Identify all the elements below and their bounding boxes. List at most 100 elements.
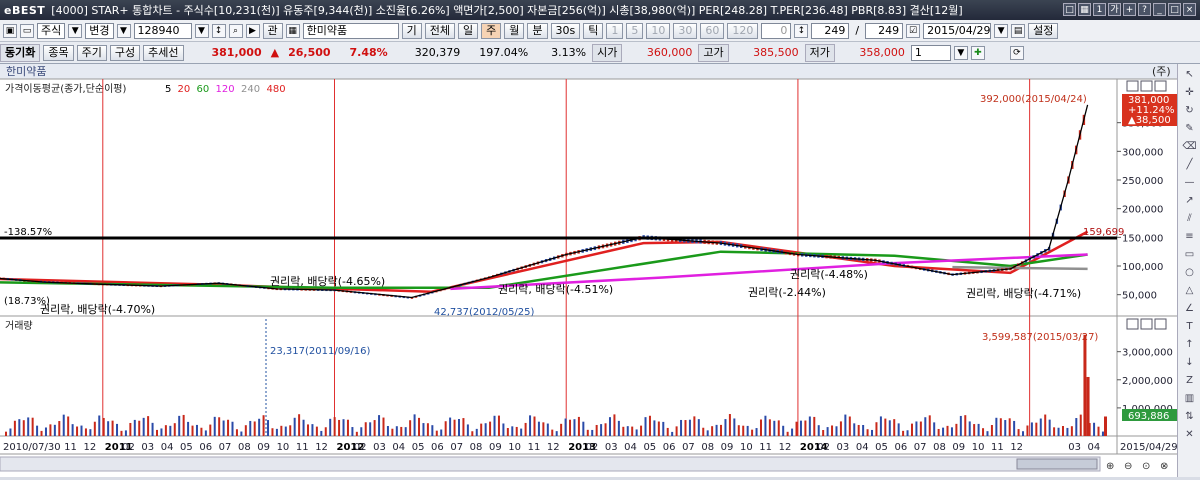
annotation-volume-low: 23,317(2011/09/16) — [270, 346, 371, 357]
gi-button[interactable]: 기 — [401, 22, 422, 39]
ma-legend-item[interactable]: 20 — [178, 84, 191, 95]
checkbox-icon[interactable]: ☑ — [906, 23, 921, 38]
settings-button[interactable]: 설정 — [1028, 22, 1059, 39]
all-button[interactable]: 전체 — [424, 22, 455, 39]
change-select[interactable]: 변경 — [85, 22, 114, 39]
ma-legend-item[interactable]: 480 — [267, 84, 286, 95]
crosshair-icon[interactable]: ✛ — [1182, 86, 1198, 100]
ma-legend-item[interactable]: 60 — [197, 84, 210, 95]
period-month[interactable]: 월 — [504, 22, 525, 39]
interval-1[interactable]: 1 — [606, 22, 624, 39]
ga-icon[interactable]: 가 — [1108, 3, 1121, 16]
monitor-icon[interactable]: ▭ — [20, 23, 34, 38]
angle-icon[interactable]: ∠ — [1182, 302, 1198, 316]
play-icon[interactable]: ▶ — [245, 23, 260, 38]
zoom-in-icon[interactable]: ⊕ — [1106, 461, 1114, 472]
zero-field[interactable]: 0 — [761, 22, 792, 39]
interval-30[interactable]: 30 — [673, 22, 698, 39]
interval-120[interactable]: 120 — [727, 22, 759, 39]
arrow-up-icon[interactable]: ↑ — [1182, 338, 1198, 352]
minimize-icon[interactable]: _ — [1153, 3, 1166, 16]
plus-icon[interactable]: + — [1123, 3, 1136, 16]
period-day[interactable]: 일 — [458, 22, 479, 39]
redo-icon[interactable]: ↻ — [1182, 104, 1198, 118]
arrow-down-icon[interactable]: ↓ — [1182, 356, 1198, 370]
maximize-icon[interactable] — [1140, 318, 1153, 330]
refresh-icon[interactable]: ⟳ — [1009, 45, 1024, 60]
spin-icon[interactable]: ↕ — [211, 23, 226, 38]
scrollbar-thumb[interactable] — [1016, 458, 1098, 470]
delete-icon[interactable]: ✕ — [1182, 428, 1198, 442]
zoom-fit-icon[interactable]: ⊗ — [1160, 461, 1168, 472]
chevron-down-icon[interactable]: ▼ — [68, 23, 83, 38]
interval-10[interactable]: 10 — [646, 22, 671, 39]
horizontal-scrollbar[interactable] — [0, 456, 1101, 472]
chevron-down-icon[interactable]: ▼ — [994, 23, 1009, 38]
chevron-down-icon[interactable]: ▼ — [116, 23, 131, 38]
tab-period[interactable]: 주기 — [76, 44, 107, 61]
maximize-icon[interactable] — [1140, 80, 1153, 92]
help-icon[interactable]: ? — [1138, 3, 1151, 16]
date-input[interactable]: 2015/04/29 — [923, 22, 992, 39]
text-icon[interactable]: T — [1182, 320, 1198, 334]
panel-button-icon[interactable] — [1126, 80, 1139, 92]
panel-button-icon[interactable] — [1126, 318, 1139, 330]
one-icon[interactable]: 1 — [1093, 3, 1106, 16]
pen-icon[interactable]: ✎ — [1182, 122, 1198, 136]
eraser-icon[interactable]: ⌫ — [1182, 140, 1198, 154]
price-panel-buttons[interactable] — [1126, 80, 1167, 92]
line-icon[interactable]: ╱ — [1182, 158, 1198, 172]
add-icon[interactable]: ✚ — [970, 45, 985, 60]
ma-legend-item[interactable]: 240 — [241, 84, 260, 95]
split-select[interactable]: 1 — [910, 44, 951, 61]
market-select[interactable]: 주식 — [37, 22, 66, 39]
restore-icon[interactable]: □ — [1063, 3, 1076, 16]
period-minute[interactable]: 분 — [527, 22, 548, 39]
triangle-icon[interactable]: △ — [1182, 284, 1198, 298]
tab-stock[interactable]: 종목 — [43, 44, 74, 61]
rect-icon[interactable]: ▭ — [1182, 248, 1198, 262]
stock-code-input[interactable]: 128940 — [133, 22, 192, 39]
kwan-button[interactable]: 관 — [262, 22, 283, 39]
period-30s[interactable]: 30s — [550, 22, 581, 39]
ma-legend-item[interactable]: 120 — [216, 84, 235, 95]
interval-5[interactable]: 5 — [626, 22, 644, 39]
chart-icon[interactable]: ▣ — [3, 23, 17, 38]
chart-svg[interactable]: 한미약품 (주) 가격이동평균(종가,단순이평) 5 20 60 120 240 480 … — [0, 64, 1178, 477]
chevron-down-icon[interactable]: ▼ — [953, 45, 968, 60]
hline-icon[interactable]: — — [1182, 176, 1198, 190]
save-icon[interactable]: ▤ — [1011, 23, 1026, 38]
chart-area[interactable]: 한미약품 (주) 가격이동평균(종가,단순이평) 5 20 60 120 240 480 … — [0, 64, 1178, 477]
ray-icon[interactable]: ↗ — [1182, 194, 1198, 208]
tab-trendline[interactable]: 추세선 — [143, 44, 184, 61]
sort-icon[interactable]: ⇅ — [1182, 410, 1198, 424]
volume-bar — [258, 418, 261, 436]
channel-icon[interactable]: ⫽ — [1182, 212, 1198, 226]
bars-icon[interactable]: ▥ — [1182, 392, 1198, 406]
spin-icon[interactable]: ↕ — [794, 23, 809, 38]
maximize-icon[interactable]: □ — [1168, 3, 1181, 16]
volume-panel-buttons[interactable] — [1126, 318, 1167, 330]
grid-icon[interactable]: ▦ — [285, 23, 300, 38]
zz-icon[interactable]: Z — [1182, 374, 1198, 388]
count-input[interactable]: 249 — [811, 22, 850, 39]
zoom-out-icon[interactable]: ⊖ — [1124, 461, 1132, 472]
ma-legend-item[interactable]: 5 — [165, 84, 171, 95]
tab-layout[interactable]: 구성 — [109, 44, 141, 61]
fib-icon[interactable]: ≡ — [1182, 230, 1198, 244]
period-week[interactable]: 주 — [481, 22, 502, 39]
close-icon[interactable] — [1154, 318, 1167, 330]
close-icon[interactable]: × — [1183, 3, 1196, 16]
interval-60[interactable]: 60 — [700, 22, 725, 39]
tile-icon[interactable]: ▦ — [1078, 3, 1091, 16]
chevron-down-icon[interactable]: ▼ — [194, 23, 209, 38]
search-icon[interactable]: ⌕ — [228, 23, 243, 38]
close-icon[interactable] — [1154, 80, 1167, 92]
zoom-reset-icon[interactable]: ⊙ — [1142, 461, 1150, 472]
cursor-icon[interactable]: ↖ — [1182, 68, 1198, 82]
circle-icon[interactable]: ○ — [1182, 266, 1198, 280]
x-axis-month: 05 — [180, 442, 193, 453]
stock-name-field[interactable]: 한미약품 — [302, 22, 399, 39]
period-tick[interactable]: 틱 — [583, 22, 604, 39]
sync-label[interactable]: 동기화 — [0, 43, 41, 62]
